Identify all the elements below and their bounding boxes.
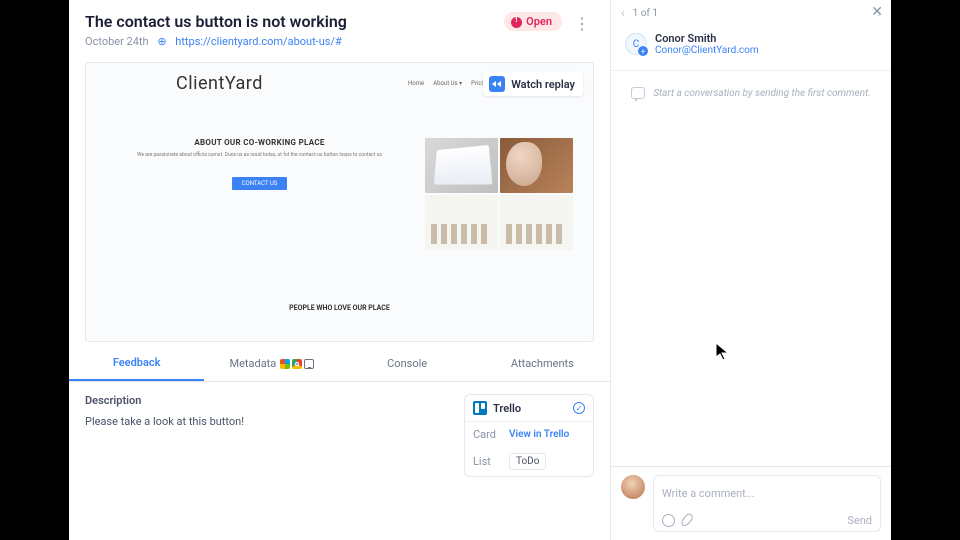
windows-icon	[280, 359, 290, 369]
user-name: Conor Smith	[655, 32, 759, 45]
site-footer-heading: PEOPLE WHO LOVE OUR PLACE	[104, 304, 575, 312]
emoji-icon[interactable]	[662, 514, 675, 527]
comment-input[interactable]	[662, 487, 872, 500]
user-avatar[interactable]: C	[625, 33, 647, 55]
chat-icon	[631, 87, 645, 99]
description-heading: Description	[85, 394, 454, 407]
about-text: We are passionate about officia sumst. D…	[114, 152, 405, 160]
integration-name: Trello	[493, 402, 521, 415]
close-button[interactable]: ✕	[871, 4, 883, 20]
tab-console[interactable]: Console	[340, 346, 475, 381]
rewind-icon	[489, 76, 505, 92]
watch-replay-button[interactable]: Watch replay	[483, 72, 583, 96]
about-heading: ABOUT OUR CO-WORKING PLACE	[114, 138, 405, 147]
integration-card: Trello ✓ Card View in Trello List ToDo	[464, 394, 594, 477]
list-value[interactable]: ToDo	[509, 453, 546, 470]
issue-date: October 24th	[85, 35, 149, 48]
tab-feedback[interactable]: Feedback	[69, 346, 204, 381]
monitor-icon	[304, 359, 314, 369]
image-grid	[425, 138, 575, 250]
list-label: List	[473, 455, 501, 468]
issue-title: The contact us button is not working	[85, 12, 496, 31]
prev-button[interactable]: ‹	[621, 6, 625, 20]
tab-attachments[interactable]: Attachments	[475, 346, 610, 381]
chrome-icon	[292, 359, 302, 369]
send-button[interactable]: Send	[847, 514, 872, 527]
more-menu-button[interactable]: ⋮	[570, 12, 594, 35]
attachment-icon[interactable]	[679, 512, 694, 528]
status-badge[interactable]: Open	[504, 12, 562, 31]
contact-us-button[interactable]: CONTACT US	[232, 177, 288, 190]
card-label: Card	[473, 428, 501, 441]
user-email[interactable]: Conor@ClientYard.com	[655, 45, 759, 56]
issue-url[interactable]: https://clientyard.com/about-us/#	[175, 35, 342, 48]
tab-metadata[interactable]: Metadata	[204, 346, 339, 381]
composer-avatar	[621, 475, 645, 499]
trello-icon	[473, 401, 487, 415]
empty-conversation-text: Start a conversation by sending the firs…	[653, 88, 871, 99]
pager-text: 1 of 1	[633, 8, 874, 19]
globe-icon: ⊕	[157, 35, 166, 48]
description-text: Please take a look at this button!	[85, 415, 454, 428]
screenshot-preview: Watch replay ClientYard Home About Us ▾ …	[85, 62, 594, 342]
check-icon: ✓	[573, 402, 585, 414]
site-brand: ClientYard	[176, 73, 263, 94]
view-in-trello-link[interactable]: View in Trello	[509, 429, 569, 440]
